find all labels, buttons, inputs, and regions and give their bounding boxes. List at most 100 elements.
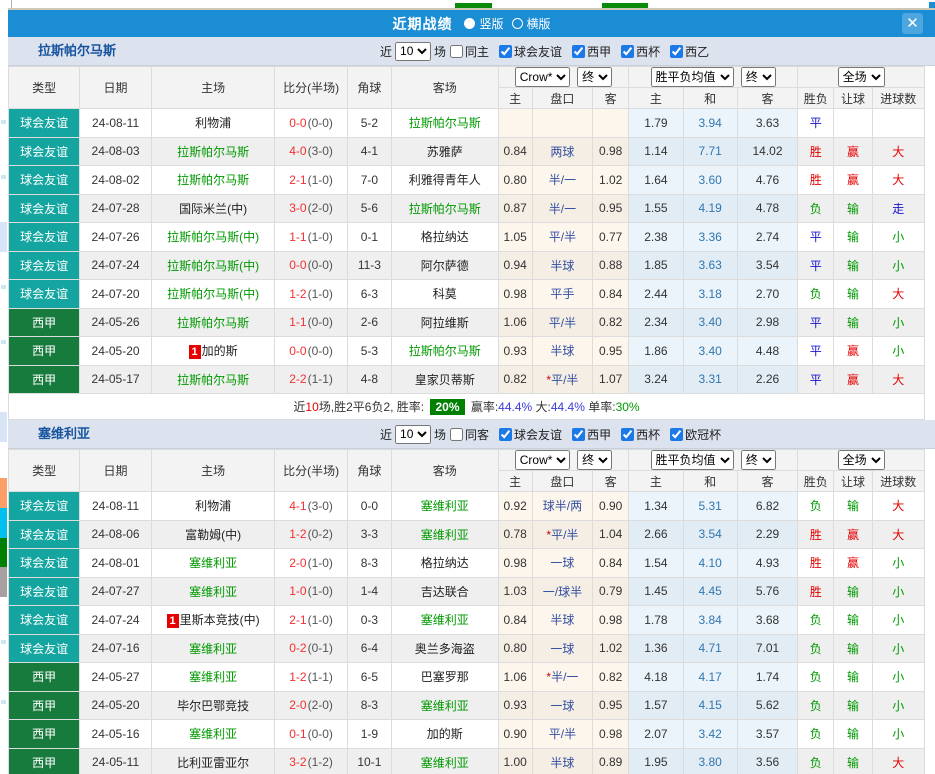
- away-team[interactable]: 拉斯帕尔马斯: [392, 109, 499, 138]
- avg-away: 2.70: [737, 280, 797, 309]
- away-team[interactable]: 拉斯帕尔马斯: [392, 194, 499, 223]
- away-team[interactable]: 格拉纳达: [392, 223, 499, 252]
- away-team[interactable]: 皇家贝蒂斯: [392, 365, 499, 394]
- avg-final-select[interactable]: 终: [741, 450, 776, 470]
- odds-group-header: Crow* 终: [498, 450, 629, 471]
- away-team[interactable]: 格拉纳达: [392, 549, 499, 578]
- away-team[interactable]: 苏雅萨: [392, 137, 499, 166]
- away-team[interactable]: 巴塞罗那: [392, 663, 499, 692]
- friendly-checkbox[interactable]: [499, 45, 512, 58]
- away-team[interactable]: 阿拉维斯: [392, 308, 499, 337]
- match-type: 西甲: [9, 337, 80, 366]
- games-count-select[interactable]: 10: [395, 42, 431, 61]
- sub-col-avg-draw: 和: [683, 471, 737, 492]
- home-team[interactable]: 拉斯帕尔马斯(中): [151, 251, 275, 280]
- match-date: 24-05-27: [80, 663, 151, 692]
- laliga-checkbox[interactable]: [572, 428, 585, 441]
- avg-home: 1.54: [629, 549, 683, 578]
- result-wdl: 平: [798, 365, 834, 394]
- avg-select[interactable]: 胜平负均值: [651, 450, 734, 470]
- laliga-checkbox[interactable]: [572, 45, 585, 58]
- home-team[interactable]: 拉斯帕尔马斯: [151, 308, 275, 337]
- league-checkbox-friendly[interactable]: 球会友谊: [495, 426, 562, 443]
- away-team[interactable]: 塞维利亚: [392, 492, 499, 521]
- background-left-fragment: [0, 478, 7, 508]
- games-count-select[interactable]: 10: [395, 425, 431, 444]
- background-left-fragment: [1, 120, 6, 124]
- result-goals: 小: [872, 691, 924, 720]
- home-team[interactable]: 利物浦: [151, 492, 275, 521]
- match-row: 球会友谊24-08-03拉斯帕尔马斯4-0(3-0)4-1苏雅萨0.84两球0.…: [9, 137, 925, 166]
- same-venue-checkbox[interactable]: [450, 428, 463, 441]
- home-team[interactable]: 塞维利亚: [151, 663, 275, 692]
- league-checkbox-segunda[interactable]: 西乙: [666, 43, 709, 60]
- handicap: [532, 109, 592, 138]
- handicap: 平/半: [532, 223, 592, 252]
- odds-company-select[interactable]: Crow*: [515, 67, 570, 87]
- avg-final-select[interactable]: 终: [741, 67, 776, 87]
- home-team[interactable]: 拉斯帕尔马斯: [151, 137, 275, 166]
- segunda-checkbox[interactable]: [670, 45, 683, 58]
- copa-checkbox[interactable]: [621, 428, 634, 441]
- away-team[interactable]: 拉斯帕尔马斯: [392, 337, 499, 366]
- avg-select[interactable]: 胜平负均值: [651, 67, 734, 87]
- home-team[interactable]: 拉斯帕尔马斯(中): [151, 223, 275, 252]
- odds-final-select[interactable]: 终: [577, 450, 612, 470]
- league-checkbox-laliga[interactable]: 西甲: [568, 43, 611, 60]
- home-team[interactable]: 塞维利亚: [151, 549, 275, 578]
- avg-draw: 4.15: [683, 691, 737, 720]
- same-venue-checkbox[interactable]: [450, 45, 463, 58]
- league-checkbox-copa[interactable]: 西杯: [617, 43, 660, 60]
- away-team[interactable]: 阿尔萨德: [392, 251, 499, 280]
- friendly-checkbox[interactable]: [499, 428, 512, 441]
- handicap: 一球: [532, 634, 592, 663]
- home-team[interactable]: 拉斯帕尔马斯(中): [151, 280, 275, 309]
- avg-draw: 3.40: [683, 337, 737, 366]
- home-team[interactable]: 利物浦: [151, 109, 275, 138]
- away-team[interactable]: 塞维利亚: [392, 520, 499, 549]
- odds-final-select[interactable]: 终: [577, 67, 612, 87]
- vertical-layout-label[interactable]: 竖版: [479, 15, 503, 32]
- home-team[interactable]: 拉斯帕尔马斯: [151, 365, 275, 394]
- league-checkbox-copa[interactable]: 西杯: [617, 426, 660, 443]
- away-team[interactable]: 塞维利亚: [392, 748, 499, 774]
- home-team[interactable]: 比利亚雷亚尔: [151, 748, 275, 774]
- home-team[interactable]: 1加的斯: [151, 337, 275, 366]
- scope-select[interactable]: 全场: [838, 450, 885, 470]
- handicap: 半球: [532, 748, 592, 774]
- avg-home: 1.95: [629, 748, 683, 774]
- same-venue-checkbox-label[interactable]: 同主: [446, 43, 489, 60]
- home-team[interactable]: 塞维利亚: [151, 720, 275, 749]
- home-team[interactable]: 塞维利亚: [151, 577, 275, 606]
- close-icon[interactable]: ✕: [902, 13, 923, 34]
- away-team[interactable]: 利雅得青年人: [392, 166, 499, 195]
- match-type: 球会友谊: [9, 280, 80, 309]
- ucl-checkbox[interactable]: [670, 428, 683, 441]
- result-handicap: 输: [834, 748, 872, 774]
- corner-count: 6-5: [347, 663, 391, 692]
- match-type: 西甲: [9, 365, 80, 394]
- home-team[interactable]: 富勒姆(中): [151, 520, 275, 549]
- copa-checkbox[interactable]: [621, 45, 634, 58]
- away-team[interactable]: 塞维利亚: [392, 606, 499, 635]
- home-team[interactable]: 毕尔巴鄂竞技: [151, 691, 275, 720]
- home-team[interactable]: 1里斯本竞技(中): [151, 606, 275, 635]
- league-checkbox-friendly[interactable]: 球会友谊: [495, 43, 562, 60]
- home-odds: 0.80: [498, 634, 532, 663]
- away-team[interactable]: 奥兰多海盗: [392, 634, 499, 663]
- horizontal-layout-radio[interactable]: [512, 18, 523, 29]
- away-team[interactable]: 科莫: [392, 280, 499, 309]
- home-team[interactable]: 国际米兰(中): [151, 194, 275, 223]
- league-checkbox-ucl[interactable]: 欧冠杯: [666, 426, 721, 443]
- home-team[interactable]: 拉斯帕尔马斯: [151, 166, 275, 195]
- away-team[interactable]: 加的斯: [392, 720, 499, 749]
- same-venue-checkbox-label[interactable]: 同客: [446, 426, 489, 443]
- away-team[interactable]: 吉达联合: [392, 577, 499, 606]
- scope-select[interactable]: 全场: [838, 67, 885, 87]
- odds-company-select[interactable]: Crow*: [515, 450, 570, 470]
- away-team[interactable]: 塞维利亚: [392, 691, 499, 720]
- home-team[interactable]: 塞维利亚: [151, 634, 275, 663]
- vertical-layout-radio[interactable]: [464, 18, 475, 29]
- horizontal-layout-label[interactable]: 横版: [527, 15, 551, 32]
- league-checkbox-laliga[interactable]: 西甲: [568, 426, 611, 443]
